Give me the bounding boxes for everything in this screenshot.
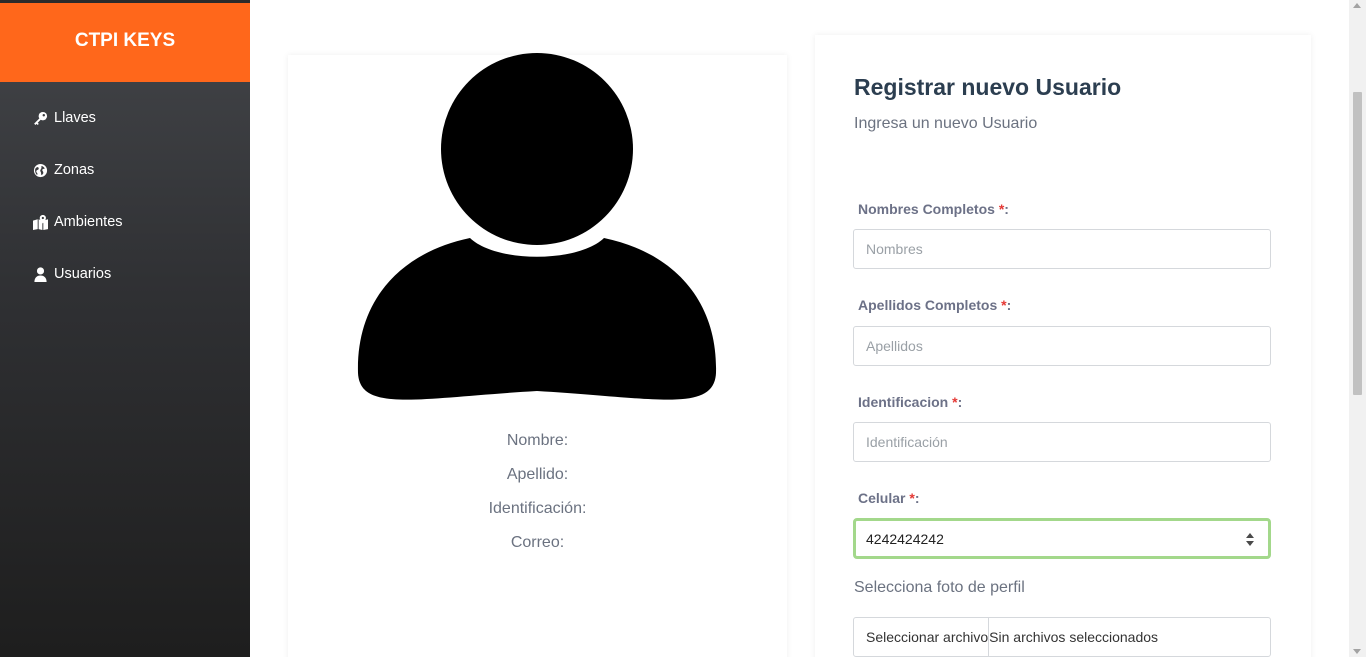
profile-info: Nombre: Apellido: Identificación: Correo… <box>288 431 787 567</box>
sidebar-item-ambientes[interactable]: Ambientes <box>0 196 250 248</box>
brand-logo[interactable]: CTPI KEYS <box>0 3 250 82</box>
sidebar-item-label: Llaves <box>54 110 96 126</box>
map-marker-icon <box>32 214 48 230</box>
sidebar-item-label: Zonas <box>54 162 95 178</box>
user-icon <box>32 266 48 282</box>
sidebar-item-zonas[interactable]: Zonas <box>0 144 250 196</box>
profile-identificacion-label: Identificación: <box>488 500 587 517</box>
sidebar-item-label: Usuarios <box>54 266 112 282</box>
profile-nombre-label: Nombre: <box>506 432 569 449</box>
chevron-down-icon[interactable] <box>1246 541 1254 546</box>
page-scrollbar[interactable] <box>1349 0 1366 657</box>
nombres-field[interactable] <box>853 229 1271 269</box>
identificacion-label: Identificacion *: <box>858 394 963 410</box>
chevron-up-icon[interactable] <box>1246 533 1254 538</box>
scrollbar-thumb[interactable] <box>1353 92 1362 395</box>
form-title: Registrar nuevo Usuario <box>854 74 1122 100</box>
celular-stepper[interactable] <box>1245 532 1255 548</box>
nombres-label: Nombres Completos *: <box>858 201 1009 217</box>
apellidos-field[interactable] <box>853 326 1271 366</box>
form-subtitle: Ingresa un nuevo Usuario <box>854 115 1038 132</box>
identificacion-field[interactable] <box>853 422 1271 462</box>
file-status: Sin archivos seleccionados <box>989 629 1159 645</box>
choose-file-button[interactable]: Seleccionar archivo <box>854 618 990 656</box>
sidebar-item-label: Ambientes <box>54 214 123 230</box>
globe-icon <box>32 162 48 178</box>
profile-correo-label: Correo: <box>510 534 565 551</box>
photo-label: Selecciona foto de perfil <box>854 579 1025 596</box>
sidebar-nav: Llaves Zonas Ambientes Usuarios <box>0 92 250 300</box>
scroll-down-icon[interactable] <box>1353 649 1361 654</box>
photo-file-input[interactable]: Seleccionar archivo Sin archivos selecci… <box>853 617 1271 657</box>
sidebar: CTPI KEYS Llaves Zonas Ambientes Usuario… <box>0 0 250 657</box>
celular-label: Celular *: <box>858 490 920 506</box>
sidebar-item-usuarios[interactable]: Usuarios <box>0 248 250 300</box>
scroll-up-icon[interactable] <box>1353 3 1361 8</box>
key-icon <box>32 110 48 126</box>
celular-field[interactable] <box>853 518 1271 559</box>
user-silhouette-icon <box>357 53 717 400</box>
profile-preview-card: Nombre: Apellido: Identificación: Correo… <box>288 53 787 657</box>
apellidos-label: Apellidos Completos *: <box>858 297 1012 313</box>
profile-apellido-label: Apellido: <box>506 466 569 483</box>
sidebar-item-llaves[interactable]: Llaves <box>0 92 250 144</box>
register-form-card: Registrar nuevo Usuario Ingresa un nuevo… <box>815 35 1311 657</box>
